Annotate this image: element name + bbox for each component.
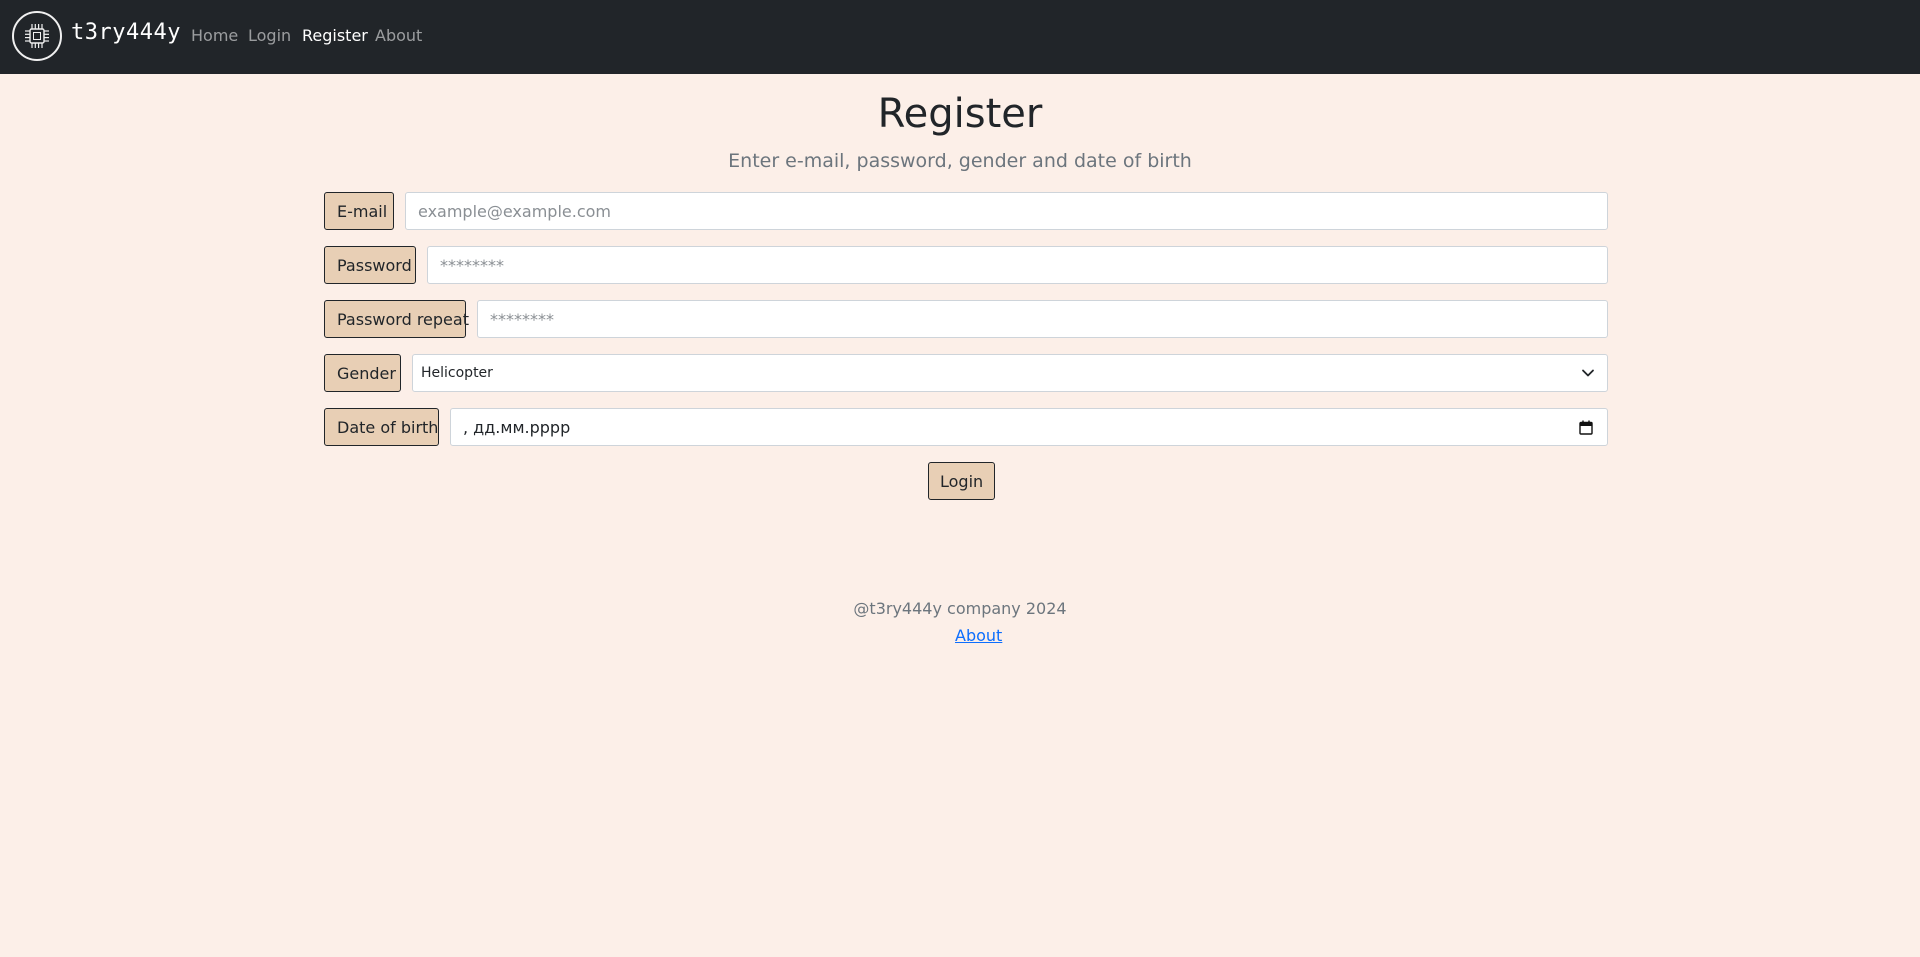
brand-name[interactable]: t3ry444y	[71, 20, 181, 45]
dob-row: Date of birth , дд.мм.рррр	[324, 408, 1608, 446]
nav-register[interactable]: Register	[302, 26, 368, 45]
nav-login[interactable]: Login	[248, 26, 291, 45]
dob-label: Date of birth	[324, 408, 439, 446]
gender-select[interactable]: Helicopter	[412, 354, 1608, 392]
login-button[interactable]: Login	[928, 462, 996, 500]
navbar: t3ry444y Home Login Register About	[0, 0, 1920, 74]
gender-row: Gender Helicopter	[324, 354, 1608, 392]
gender-selected-value: Helicopter	[421, 365, 493, 381]
footer-about-link[interactable]: About	[955, 626, 1002, 645]
dob-field[interactable]: , дд.мм.рррр	[450, 408, 1608, 446]
page-title: Register	[877, 91, 1043, 137]
calendar-icon[interactable]	[1579, 420, 1593, 435]
chip-icon[interactable]	[12, 11, 62, 61]
chevron-down-icon	[1582, 369, 1594, 377]
email-label: E-mail	[324, 192, 394, 230]
page-subtitle: Enter e-mail, password, gender and date …	[728, 150, 1192, 172]
footer-copyright: @t3ry444y company 2024	[853, 599, 1067, 618]
email-row: E-mail	[324, 192, 1608, 230]
email-field[interactable]	[405, 192, 1608, 230]
password-label: Password	[324, 246, 416, 284]
password-repeat-field[interactable]	[477, 300, 1608, 338]
gender-label: Gender	[324, 354, 401, 392]
dob-value: , дд.мм.рррр	[463, 417, 571, 437]
password-row: Password	[324, 246, 1608, 284]
nav-about[interactable]: About	[375, 26, 422, 45]
password-field[interactable]	[427, 246, 1608, 284]
password-repeat-label: Password repeat	[324, 300, 469, 338]
nav-home[interactable]: Home	[191, 26, 238, 45]
password-repeat-row: Password repeat	[324, 300, 1608, 338]
